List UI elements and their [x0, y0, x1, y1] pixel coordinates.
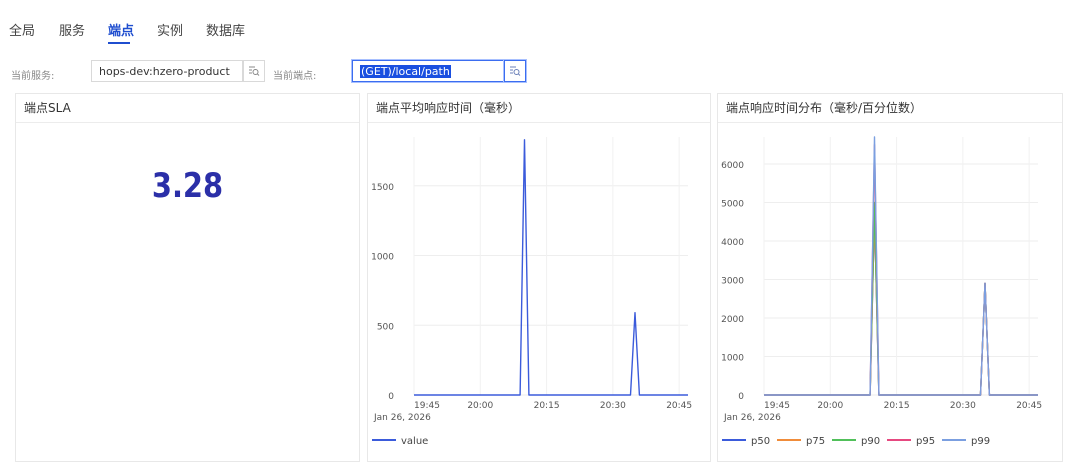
service-select[interactable]: hops-dev:hzero-product [91, 60, 243, 82]
legend-label-p95[interactable]: p95 [916, 436, 935, 447]
y-tick-label: 4000 [721, 238, 744, 248]
search-icon [249, 66, 260, 76]
y-tick-label: 5000 [721, 199, 744, 209]
service-select-value: hops-dev:hzero-product [99, 65, 230, 78]
avg-response-panel-title: 端点平均响应时间（毫秒） [368, 94, 710, 123]
avg-response-chart: 0 500 1000 1500 19:45 20:00 20:15 20:30 20:45 Jan… [371, 137, 692, 447]
legend-label-p50[interactable]: p50 [751, 436, 770, 447]
x-tick-label: 20:30 [600, 401, 626, 411]
x-tick-label: 20:45 [1016, 401, 1042, 411]
y-tick-label: 1500 [371, 183, 394, 193]
series-line-value [414, 139, 688, 396]
y-tick-label: 0 [388, 392, 394, 402]
legend-label-value[interactable]: value [401, 436, 428, 447]
legend-label-p75[interactable]: p75 [806, 436, 825, 447]
sla-panel: 端点SLA 3.28 [15, 93, 360, 462]
x-tick-label: 20:00 [467, 401, 493, 411]
top-tab-bar: 全局 服务 端点 实例 数据库 [0, 0, 1080, 44]
x-tick-label: 19:45 [414, 401, 440, 411]
x-tick-label: 19:45 [764, 401, 790, 411]
avg-response-panel: 端点平均响应时间（毫秒） 0 500 1000 1500 19:45 20:00 20:15… [367, 93, 711, 462]
tab-endpoints[interactable]: 端点 [108, 20, 134, 39]
y-tick-label: 500 [377, 322, 394, 332]
x-date-label: Jan 26, 2026 [723, 413, 781, 423]
tab-instances[interactable]: 实例 [157, 20, 183, 39]
response-distribution-panel: 端点响应时间分布（毫秒/百分位数） 0 1000 2000 3000 4000 5000 6… [717, 93, 1063, 462]
x-date-label: Jan 26, 2026 [373, 413, 431, 423]
endpoint-search-button[interactable] [504, 60, 526, 82]
filter-bar: 当前服务: hops-dev:hzero-product 当前端点: (GET)… [0, 56, 1080, 88]
y-tick-label: 6000 [721, 161, 744, 171]
y-tick-label: 1000 [371, 253, 394, 263]
endpoint-select-value: (GET)/local/path [360, 65, 451, 78]
legend-label-p99[interactable]: p99 [971, 436, 990, 447]
sla-panel-title: 端点SLA [16, 94, 359, 123]
x-tick-label: 20:15 [534, 401, 560, 411]
endpoint-select[interactable]: (GET)/local/path [352, 60, 504, 82]
response-distribution-panel-title: 端点响应时间分布（毫秒/百分位数） [718, 94, 1062, 123]
series-line-p90 [764, 201, 1038, 396]
x-tick-label: 20:30 [950, 401, 976, 411]
search-icon [510, 66, 521, 76]
tab-services[interactable]: 服务 [59, 20, 85, 39]
current-endpoint-label: 当前端点: [273, 71, 317, 82]
service-search-button[interactable] [243, 60, 265, 82]
tab-global[interactable]: 全局 [9, 20, 35, 39]
response-distribution-chart: 0 1000 2000 3000 4000 5000 6000 19:45 20:00 20:15… [721, 136, 1042, 447]
current-service-label: 当前服务: [11, 71, 55, 82]
y-tick-label: 2000 [721, 315, 744, 325]
sla-value: 3.28 [151, 166, 224, 206]
active-tab-indicator [108, 42, 130, 44]
x-tick-label: 20:45 [666, 401, 692, 411]
tab-database[interactable]: 数据库 [206, 20, 245, 39]
x-tick-label: 20:15 [884, 401, 910, 411]
y-tick-label: 1000 [721, 353, 744, 363]
y-tick-label: 0 [738, 392, 744, 402]
legend-label-p90[interactable]: p90 [861, 436, 880, 447]
y-tick-label: 3000 [721, 276, 744, 286]
series-line-p95 [764, 144, 1038, 396]
x-tick-label: 20:00 [817, 401, 843, 411]
